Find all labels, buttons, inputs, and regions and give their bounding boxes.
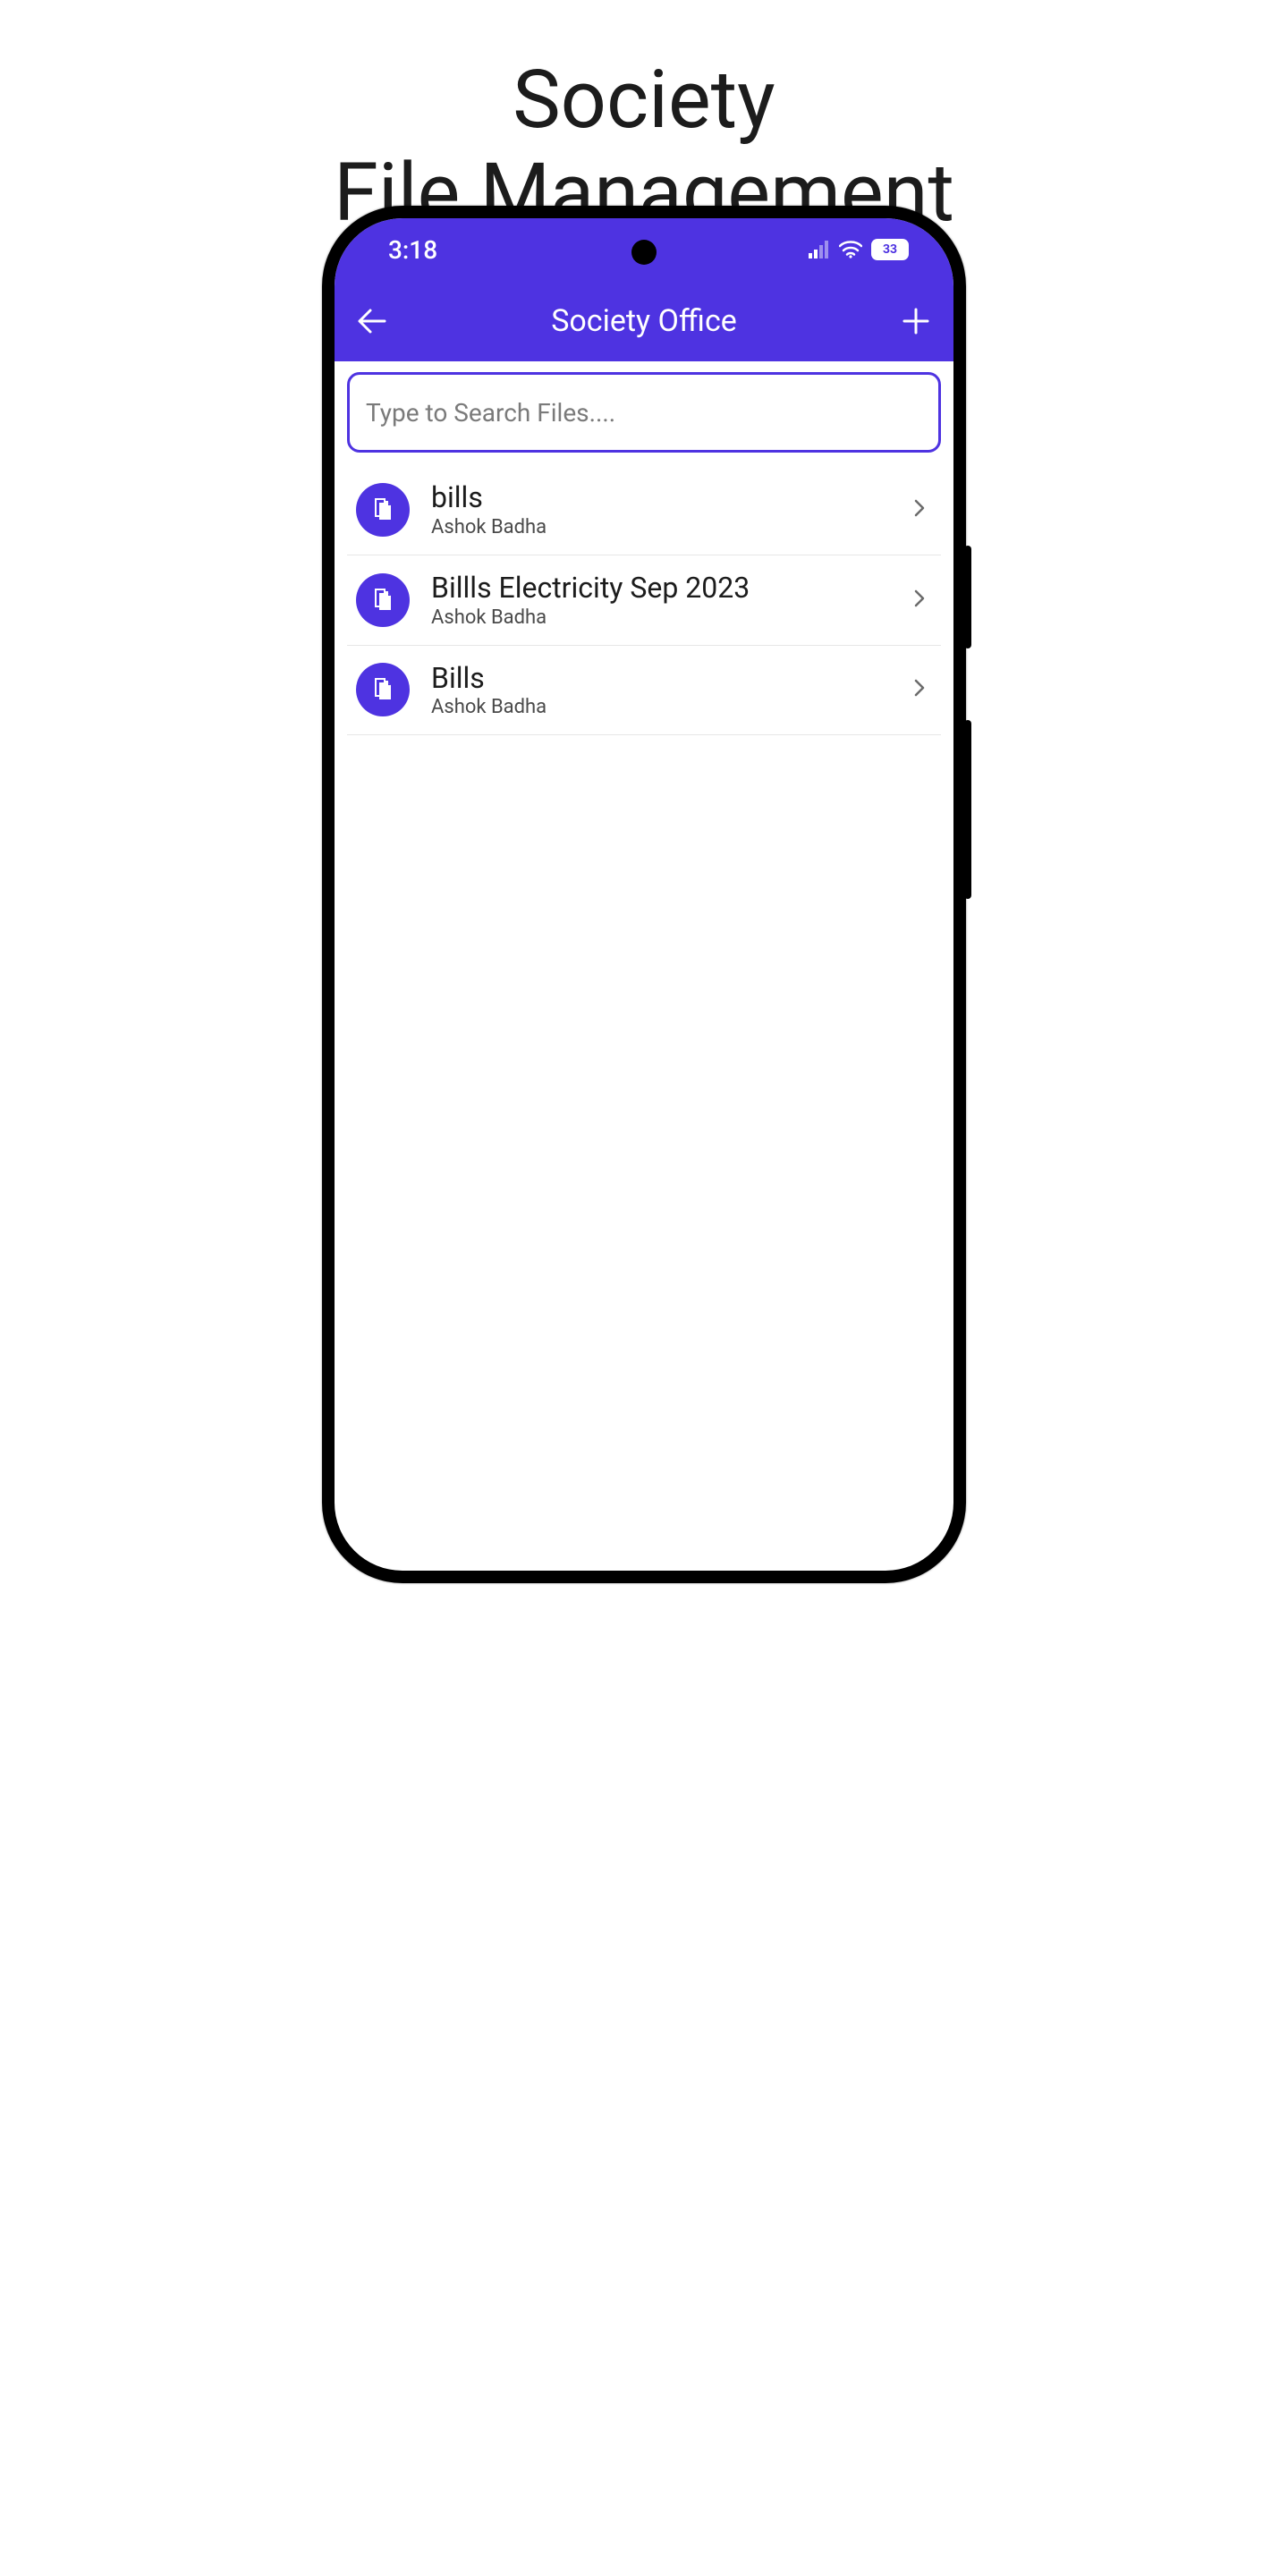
app-bar-title: Society Office	[551, 303, 737, 339]
status-time: 3:18	[388, 235, 437, 265]
file-text: Bills Ashok Badha	[431, 662, 912, 719]
wifi-icon	[839, 241, 862, 258]
chevron-right-icon	[912, 677, 927, 702]
search-box[interactable]	[347, 372, 941, 453]
file-text: Billls Electricity Sep 2023 Ashok Badha	[431, 572, 912, 629]
battery-level: 33	[883, 242, 897, 257]
file-icon	[356, 573, 410, 627]
file-title: bills	[431, 481, 912, 514]
camera-notch	[631, 240, 657, 265]
phone-side-button	[964, 546, 971, 648]
file-icon	[356, 483, 410, 537]
battery-icon: 33	[871, 239, 909, 260]
chevron-right-icon	[912, 588, 927, 613]
file-owner: Ashok Badha	[431, 696, 912, 718]
file-icon	[356, 663, 410, 716]
file-owner: Ashok Badha	[431, 516, 912, 538]
file-item[interactable]: Bills Ashok Badha	[347, 646, 941, 736]
phone-frame: 3:18 33	[322, 206, 966, 1583]
add-button[interactable]	[898, 303, 934, 339]
file-owner: Ashok Badha	[431, 606, 912, 629]
arrow-left-icon	[356, 305, 388, 337]
file-title: Bills	[431, 662, 912, 695]
chevron-right-icon	[912, 497, 927, 522]
documents-icon	[369, 676, 396, 703]
app-bar: Society Office	[335, 281, 953, 361]
page-heading: Society File Management	[0, 0, 1288, 239]
file-item[interactable]: Billls Electricity Sep 2023 Ashok Badha	[347, 555, 941, 646]
status-icons: 33	[809, 239, 909, 260]
file-item[interactable]: bills Ashok Badha	[347, 465, 941, 555]
documents-icon	[369, 587, 396, 614]
file-title: Billls Electricity Sep 2023	[431, 572, 912, 605]
documents-icon	[369, 496, 396, 523]
signal-icon	[809, 241, 830, 258]
phone-screen: 3:18 33	[335, 218, 953, 1571]
phone-side-button	[964, 720, 971, 899]
back-button[interactable]	[354, 303, 390, 339]
file-text: bills Ashok Badha	[431, 481, 912, 538]
plus-icon	[901, 306, 931, 336]
search-input[interactable]	[366, 398, 922, 428]
heading-line-1: Society	[0, 54, 1288, 147]
content-area: bills Ashok Badha Billls Electricity Se	[335, 361, 953, 735]
